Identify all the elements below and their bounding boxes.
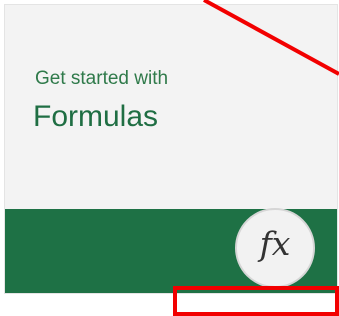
fx-icon-label: fx — [259, 224, 291, 263]
fx-icon: fx — [235, 208, 315, 288]
tile-title: Formulas — [33, 100, 159, 133]
tile-subtitle: Get started with — [35, 68, 169, 89]
